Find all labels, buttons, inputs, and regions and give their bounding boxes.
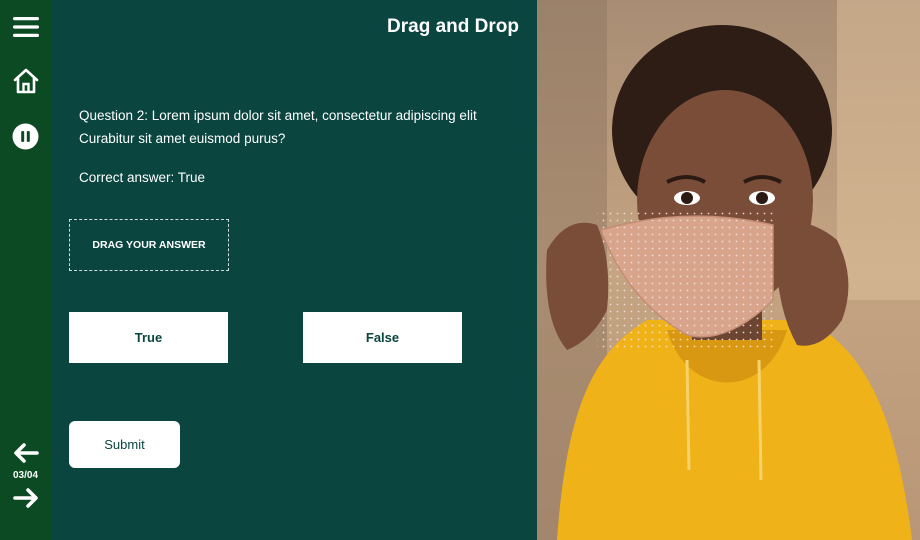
question-text: Question 2: Lorem ipsum dolor sit amet, … xyxy=(79,104,519,150)
question-line-2: Curabitur sit amet euismod purus? xyxy=(79,131,286,146)
submit-button[interactable]: Submit xyxy=(69,421,180,468)
menu-button[interactable] xyxy=(0,12,51,42)
option-true[interactable]: True xyxy=(69,312,228,363)
drop-zone-label: DRAG YOUR ANSWER xyxy=(92,239,206,251)
page-title: Drag and Drop xyxy=(387,16,519,37)
next-button[interactable] xyxy=(0,486,51,510)
sidebar: 03/04 xyxy=(0,0,51,540)
arrow-left-icon xyxy=(13,443,39,463)
question-line-1: Question 2: Lorem ipsum dolor sit amet, … xyxy=(79,108,477,123)
option-label: True xyxy=(134,330,163,345)
pause-button[interactable] xyxy=(0,120,51,152)
pause-icon xyxy=(12,123,39,149)
content-panel: Drag and Drop Question 2: Lorem ipsum do… xyxy=(51,0,537,540)
answer-drop-zone[interactable]: DRAG YOUR ANSWER xyxy=(69,219,229,271)
option-false[interactable]: False xyxy=(303,312,462,363)
hero-photo xyxy=(537,0,920,540)
hamburger-menu-icon xyxy=(12,17,39,37)
arrow-right-icon xyxy=(12,488,38,508)
option-label: False xyxy=(365,330,400,345)
correct-answer-text: Correct answer: True xyxy=(79,170,206,185)
previous-button[interactable] xyxy=(0,441,51,465)
home-icon xyxy=(13,68,38,94)
woman-wearing-mask-illustration xyxy=(537,0,920,540)
home-button[interactable] xyxy=(0,65,51,97)
page-counter: 03/04 xyxy=(12,470,39,481)
submit-label: Submit xyxy=(104,437,145,452)
